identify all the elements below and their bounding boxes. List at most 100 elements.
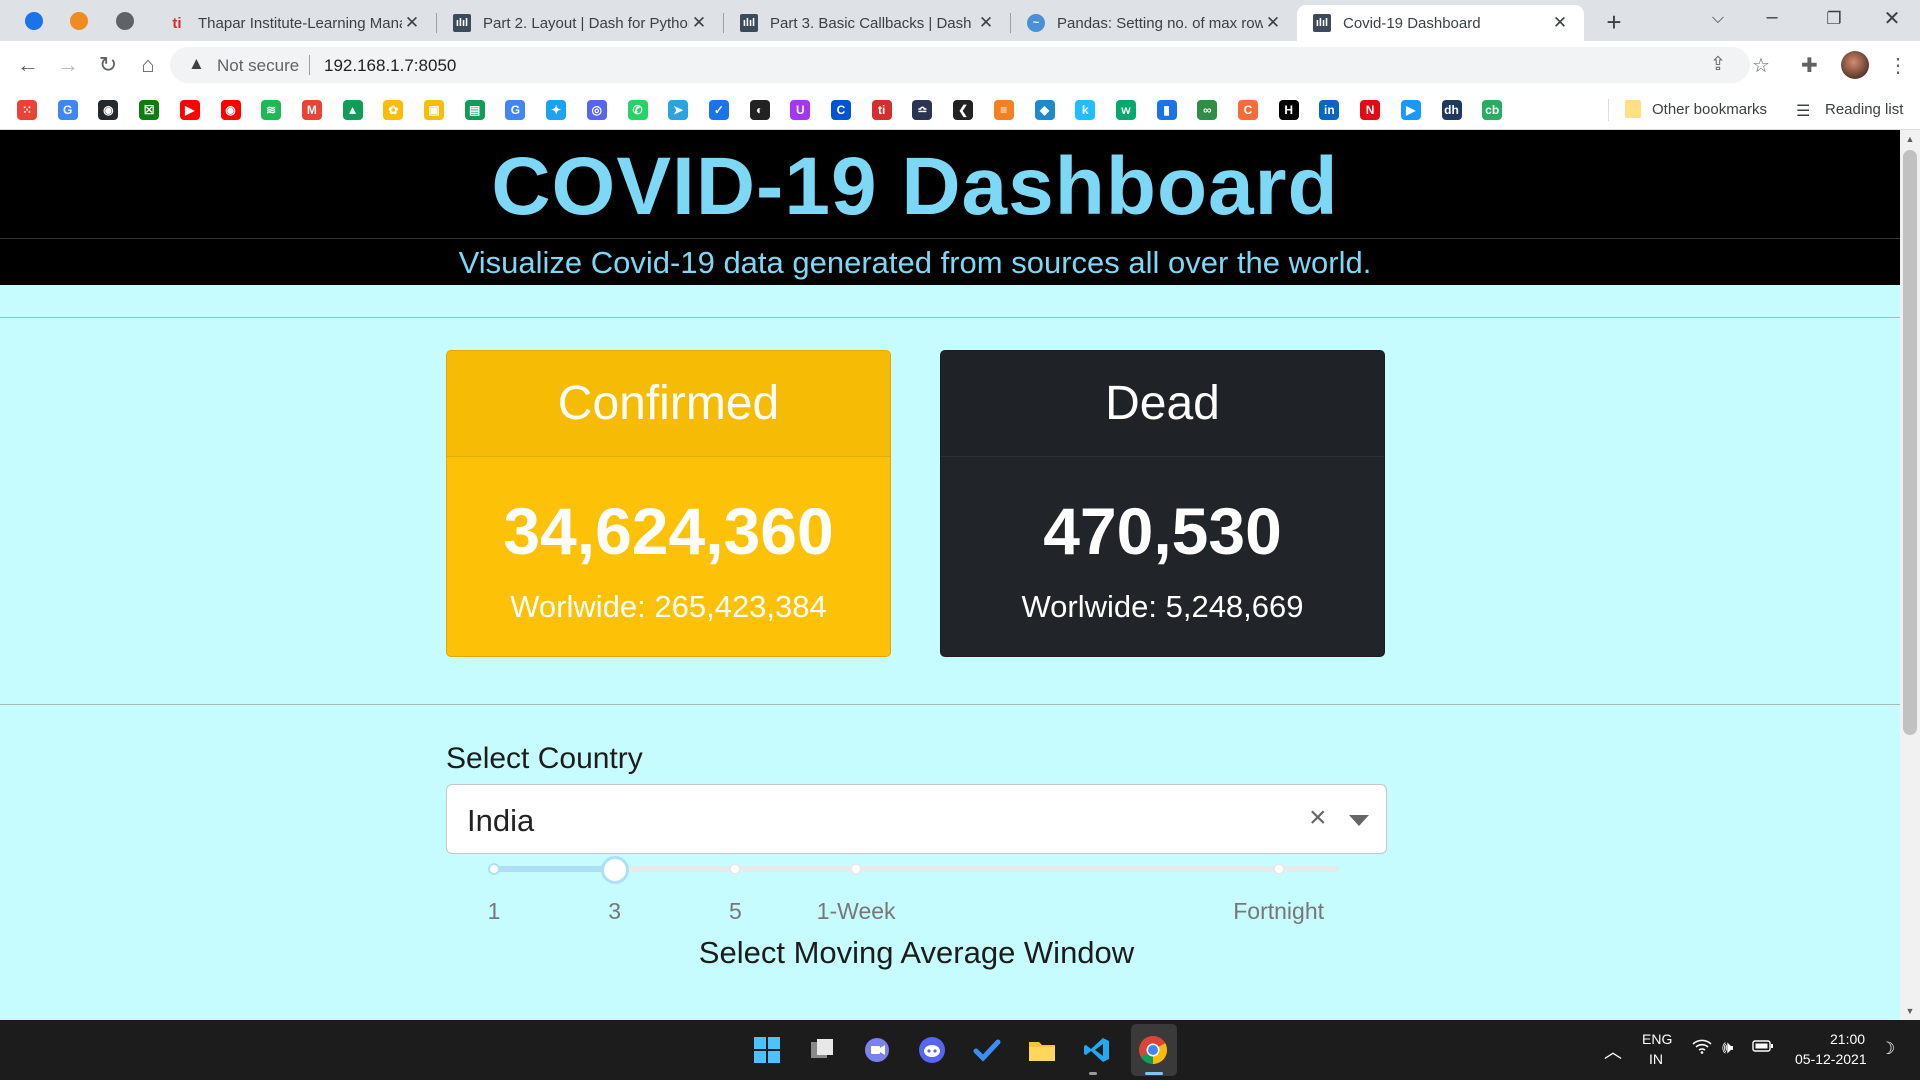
slider-mark-label[interactable]: 3 (555, 898, 675, 925)
classroom-icon[interactable]: ▤ (464, 100, 485, 120)
address-bar[interactable]: ▲ Not secure 192.168.1.7:8050 ⇪ (170, 47, 1750, 83)
reading-list[interactable]: Reading list (1825, 101, 1903, 118)
profile-dot-gray[interactable] (116, 12, 134, 30)
keep-icon[interactable]: ▣ (424, 100, 444, 120)
drive-icon[interactable]: ▲ (342, 100, 363, 120)
github-icon[interactable]: ◉ (98, 100, 119, 120)
thapar-bm-icon[interactable]: ti (871, 100, 892, 120)
teams-chat-icon[interactable] (861, 1034, 893, 1066)
hackerrank-icon[interactable]: H (1278, 100, 1299, 120)
netflix-icon[interactable]: N (1360, 100, 1381, 120)
scroll-down-icon[interactable]: ▼ (1903, 1006, 1917, 1016)
new-tab-icon[interactable]: + (1600, 7, 1628, 38)
youtube-icon[interactable]: ▶ (179, 100, 200, 120)
geeksforgeeks-icon[interactable]: ∞ (1197, 100, 1218, 120)
stats-icon[interactable]: ▮ (1156, 100, 1177, 120)
url-text[interactable]: 192.168.1.7:8050 (324, 56, 456, 76)
codeforces-icon[interactable]: ◆ (1034, 100, 1055, 120)
dh-icon[interactable]: dh (1441, 100, 1462, 120)
slider-mark-label[interactable]: 1 (434, 898, 554, 925)
discord-taskbar-icon[interactable] (916, 1034, 948, 1066)
slider-dot[interactable] (1272, 863, 1285, 875)
slider-mark-label[interactable]: 1-Week (796, 898, 916, 925)
menu-kebab-icon[interactable]: ⋮ (1888, 53, 1908, 78)
slider-dot[interactable] (488, 863, 500, 875)
close-tab-icon[interactable]: ✕ (689, 13, 709, 33)
vscode-icon[interactable] (1081, 1034, 1113, 1066)
share-icon[interactable]: ⇪ (1710, 53, 1726, 76)
clock-date[interactable]: 05-12-2021 (1795, 1051, 1867, 1067)
xbox-icon[interactable]: ☒ (139, 100, 160, 120)
slider-mark-label[interactable]: 5 (675, 898, 795, 925)
slider-handle[interactable] (600, 856, 629, 884)
kaggle-icon[interactable]: k (1075, 100, 1096, 120)
clear-icon[interactable]: × (1309, 801, 1327, 835)
other-bookmarks[interactable]: Other bookmarks (1652, 101, 1767, 118)
spotify-icon[interactable]: ≋ (261, 100, 282, 120)
security-label[interactable]: Not secure (217, 56, 299, 76)
hackerearth-icon[interactable]: ≏ (912, 100, 933, 120)
tab-pandas[interactable]: ~ Pandas: Setting no. of max row ✕ (1011, 5, 1297, 41)
start-icon[interactable] (751, 1034, 783, 1066)
google-icon[interactable]: G (57, 100, 78, 120)
twitter-icon[interactable]: ✦ (546, 100, 567, 120)
extensions-icon[interactable]: ✚ (1801, 53, 1818, 78)
telegram-icon[interactable]: ➤ (668, 100, 689, 120)
battery-icon[interactable] (1752, 1039, 1774, 1057)
reading-list-icon[interactable]: ☰ (1796, 101, 1810, 121)
scrollbar-thumb[interactable] (1903, 150, 1917, 735)
tab-covid-dashboard[interactable]: ılıl Covid-19 Dashboard ✕ (1297, 5, 1584, 41)
slider-dot[interactable] (850, 863, 863, 875)
coursera-icon[interactable]: C (831, 100, 851, 120)
todo-icon[interactable] (971, 1034, 1003, 1066)
tab-dash-callbacks[interactable]: ılıl Part 3. Basic Callbacks | Dash fo ✕ (724, 5, 1010, 41)
photos-icon[interactable]: ✿ (383, 100, 404, 120)
codechef-icon[interactable]: ◐ (749, 100, 770, 120)
coding-ninjas-icon[interactable]: C (1238, 100, 1258, 120)
slider-dot[interactable] (729, 863, 742, 875)
bookmark-star-icon[interactable]: ☆ (1752, 53, 1770, 78)
show-hidden-icons[interactable]: ︿ (1604, 1038, 1622, 1064)
task-view-icon[interactable] (806, 1034, 838, 1066)
chrome-icon[interactable] (1137, 1034, 1169, 1066)
restore-icon[interactable]: ❐ (1820, 9, 1848, 29)
prime-video-icon[interactable]: ▶ (1400, 100, 1421, 120)
clock-time[interactable]: 21:00 (1830, 1031, 1865, 1047)
minimize-icon[interactable]: – (1758, 6, 1786, 29)
tab-search-icon[interactable]: ⌵ (1704, 10, 1732, 28)
close-window-icon[interactable]: ✕ (1878, 6, 1906, 31)
country-dropdown[interactable]: India × (446, 784, 1387, 854)
udemy-icon[interactable]: U (790, 100, 811, 120)
tab-thapar[interactable]: ti Thapar Institute-Learning Mana ✕ (152, 5, 436, 41)
close-tab-icon[interactable]: ✕ (1263, 13, 1283, 33)
forward-icon[interactable]: → (54, 51, 82, 79)
profile-dot-blue[interactable] (25, 12, 43, 30)
cb-icon[interactable]: cb (1482, 100, 1503, 120)
profile-dot-orange[interactable] (70, 12, 88, 30)
volume-icon[interactable]: 🕪 (1722, 1037, 1733, 1058)
w3schools-icon[interactable]: w (1115, 100, 1136, 120)
close-tab-icon[interactable]: ✕ (976, 13, 996, 33)
tasks-icon[interactable]: ✓ (708, 100, 729, 120)
profile-avatar[interactable] (1841, 51, 1869, 79)
whatsapp-icon[interactable]: ✆ (627, 100, 648, 120)
slider-mark-label[interactable]: Fortnight (1219, 898, 1339, 925)
language-indicator[interactable]: ENG (1642, 1031, 1672, 1047)
apps-icon[interactable]: ⁙ (17, 100, 37, 120)
region-indicator[interactable]: IN (1649, 1051, 1663, 1067)
chevron-down-icon[interactable] (1349, 815, 1369, 826)
file-explorer-icon[interactable] (1026, 1034, 1058, 1066)
tab-dash-layout[interactable]: ılıl Part 2. Layout | Dash for Python ✕ (437, 5, 723, 41)
warning-icon[interactable]: ▲ (188, 54, 205, 74)
wifi-icon[interactable] (1692, 1038, 1712, 1059)
stackoverflow-icon[interactable]: ≡ (993, 100, 1014, 120)
country-dropdown-value[interactable]: India (467, 803, 534, 839)
discord-icon[interactable]: ◎ (586, 100, 607, 120)
linkedin-icon[interactable]: in (1319, 100, 1340, 120)
reload-icon[interactable]: ↻ (94, 51, 122, 79)
close-tab-icon[interactable]: ✕ (402, 13, 422, 33)
home-icon[interactable]: ⌂ (134, 51, 162, 79)
leetcode-icon[interactable]: ❮ (953, 100, 974, 120)
back-icon[interactable]: ← (14, 51, 42, 79)
gsuite-icon[interactable]: G (505, 100, 526, 120)
